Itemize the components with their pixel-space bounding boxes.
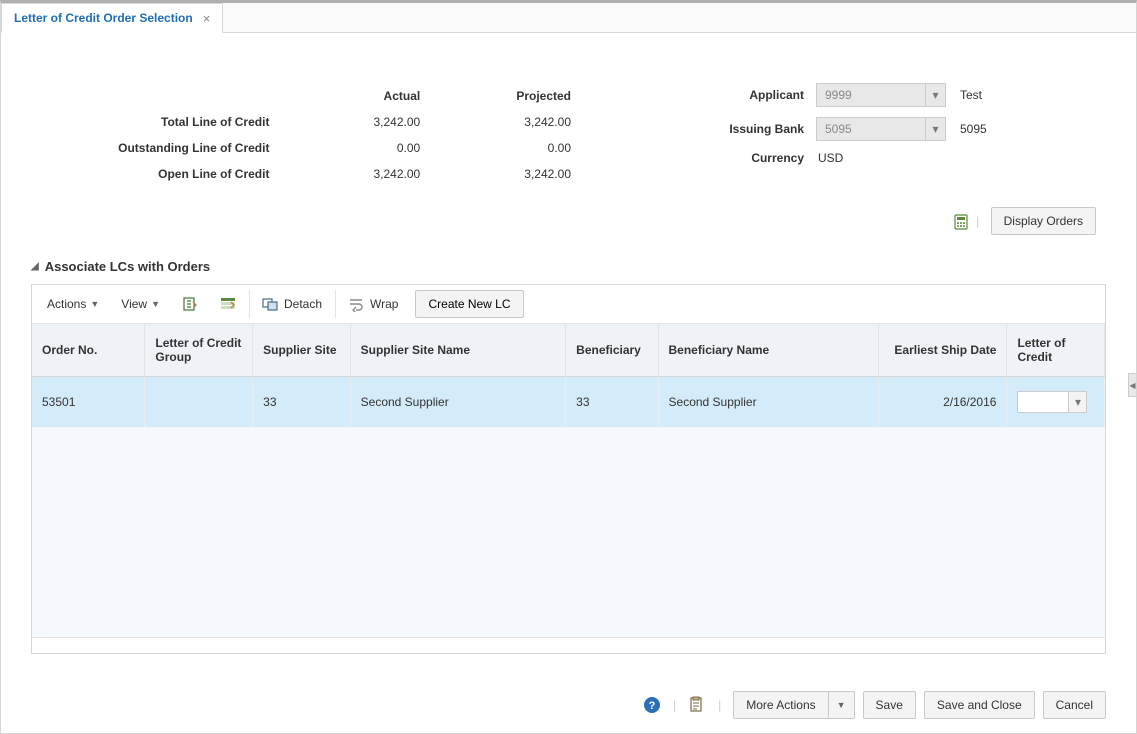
- cell-letter-of-credit: ▾: [1007, 377, 1105, 427]
- tab-title: Letter of Credit Order Selection: [14, 11, 193, 25]
- side-panel-handle[interactable]: ◀: [1128, 373, 1136, 397]
- col-earliest-ship[interactable]: Earliest Ship Date: [879, 324, 1007, 377]
- more-actions-caret[interactable]: ▼: [828, 691, 855, 719]
- applicant-combo[interactable]: 9999 ▾: [816, 83, 946, 107]
- save-button[interactable]: Save: [863, 691, 916, 719]
- tab-bar: Letter of Credit Order Selection ×: [1, 3, 1136, 33]
- help-icon[interactable]: ?: [643, 696, 661, 714]
- issuing-bank-text: 5095: [960, 122, 987, 136]
- view-menu[interactable]: View ▼: [112, 290, 169, 318]
- credit-summary: Actual Projected Total Line of Credit 3,…: [31, 83, 591, 187]
- close-icon[interactable]: ×: [203, 11, 211, 26]
- col-supplier-site-name[interactable]: Supplier Site Name: [350, 324, 566, 377]
- value-total-projected: 3,242.00: [440, 109, 591, 135]
- actions-label: Actions: [47, 297, 86, 311]
- separator: |: [976, 214, 979, 228]
- export-icon[interactable]: [173, 289, 207, 319]
- more-actions-button[interactable]: More Actions: [733, 691, 827, 719]
- grid-toolbar: Actions ▼ View ▼ Detach: [32, 285, 1105, 324]
- footer-actions: ? | | More Actions ▼ Save Save and Close…: [643, 691, 1106, 719]
- caret-down-icon: ▼: [90, 299, 99, 309]
- detach-label: Detach: [284, 297, 322, 311]
- query-by-example-icon[interactable]: [211, 289, 245, 319]
- orders-grid-body: 53501 33 Second Supplier 33 Second Suppl…: [32, 377, 1105, 427]
- notes-icon[interactable]: [688, 696, 706, 714]
- col-beneficiary[interactable]: Beneficiary: [566, 324, 658, 377]
- label-currency: Currency: [686, 151, 816, 165]
- issuing-bank-combo[interactable]: 5095 ▾: [816, 117, 946, 141]
- wrap-button[interactable]: Wrap: [335, 289, 407, 319]
- chevron-down-icon: ▾: [1068, 392, 1086, 412]
- value-open-projected: 3,242.00: [440, 161, 591, 187]
- separator: |: [718, 698, 721, 712]
- col-actual: Actual: [289, 83, 440, 109]
- chevron-left-icon: ◀: [1129, 381, 1135, 390]
- col-letter-of-credit[interactable]: Letter of Credit: [1007, 324, 1105, 377]
- issuing-bank-value: 5095: [825, 122, 852, 136]
- chevron-down-icon: ▾: [925, 84, 945, 106]
- table-row[interactable]: 53501 33 Second Supplier 33 Second Suppl…: [32, 377, 1105, 427]
- col-supplier-site[interactable]: Supplier Site: [253, 324, 351, 377]
- separator: |: [673, 698, 676, 712]
- value-open-actual: 3,242.00: [289, 161, 440, 187]
- tab-lc-order-selection[interactable]: Letter of Credit Order Selection ×: [1, 3, 223, 33]
- label-open-loc: Open Line of Credit: [31, 161, 289, 187]
- col-beneficiary-name[interactable]: Beneficiary Name: [658, 324, 879, 377]
- svg-text:?: ?: [649, 700, 656, 712]
- cell-earliest-ship: 2/16/2016: [879, 377, 1007, 427]
- cell-beneficiary-name: Second Supplier: [658, 377, 879, 427]
- detach-icon: [262, 296, 278, 312]
- letter-of-credit-combo[interactable]: ▾: [1017, 391, 1087, 413]
- view-label: View: [121, 297, 147, 311]
- cell-supplier-site: 33: [253, 377, 351, 427]
- col-lc-group[interactable]: Letter of Credit Group: [145, 324, 253, 377]
- label-outstanding-loc: Outstanding Line of Credit: [31, 135, 289, 161]
- wrap-icon: [348, 296, 364, 312]
- horizontal-scrollbar[interactable]: [32, 637, 1105, 653]
- section-title-text: Associate LCs with Orders: [45, 259, 210, 274]
- display-orders-button[interactable]: Display Orders: [991, 207, 1096, 235]
- value-outstanding-projected: 0.00: [440, 135, 591, 161]
- wrap-label: Wrap: [370, 297, 398, 311]
- cell-order-no: 53501: [32, 377, 145, 427]
- chevron-down-icon: ▾: [925, 118, 945, 140]
- value-total-actual: 3,242.00: [289, 109, 440, 135]
- more-actions-split-button: More Actions ▼: [733, 691, 854, 719]
- applicant-value: 9999: [825, 88, 852, 102]
- label-applicant: Applicant: [686, 88, 816, 102]
- actions-menu[interactable]: Actions ▼: [38, 290, 108, 318]
- collapse-icon: ◢: [31, 261, 39, 272]
- cancel-button[interactable]: Cancel: [1043, 691, 1106, 719]
- cell-supplier-site-name: Second Supplier: [350, 377, 566, 427]
- detach-button[interactable]: Detach: [249, 289, 331, 319]
- save-and-close-button[interactable]: Save and Close: [924, 691, 1035, 719]
- create-new-lc-button[interactable]: Create New LC: [415, 290, 523, 318]
- applicant-text: Test: [960, 88, 982, 102]
- col-projected: Projected: [440, 83, 591, 109]
- currency-value: USD: [818, 151, 843, 165]
- value-outstanding-actual: 0.00: [289, 135, 440, 161]
- cell-beneficiary: 33: [566, 377, 658, 427]
- label-total-loc: Total Line of Credit: [31, 109, 289, 135]
- section-associate-lcs[interactable]: ◢ Associate LCs with Orders: [31, 259, 1106, 274]
- orders-grid-header: Order No. Letter of Credit Group Supplie…: [32, 324, 1105, 377]
- caret-down-icon: ▼: [151, 299, 160, 309]
- col-order-no[interactable]: Order No.: [32, 324, 145, 377]
- cell-lc-group: [145, 377, 253, 427]
- calculator-icon[interactable]: [953, 214, 969, 230]
- label-issuing-bank: Issuing Bank: [686, 122, 816, 136]
